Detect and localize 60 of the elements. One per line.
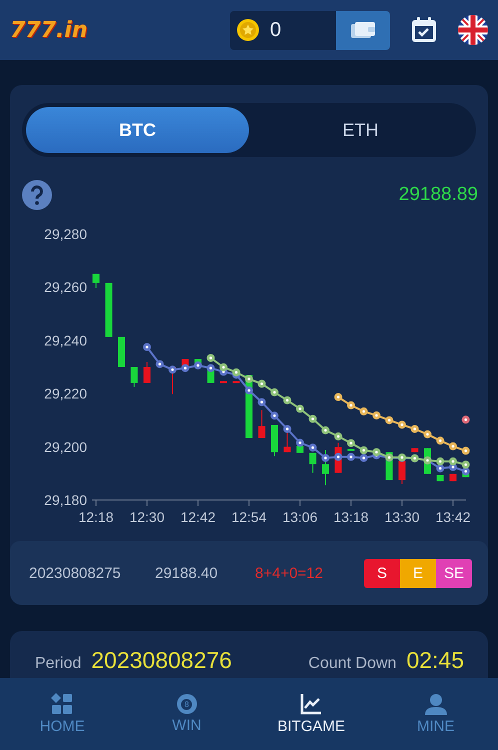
y-tick-label: 29,260 (44, 279, 87, 296)
flag-icon[interactable] (458, 15, 488, 45)
countdown-label: Count Down (308, 655, 396, 673)
ball-icon: 8 (176, 694, 197, 714)
x-tick-label: 12:42 (180, 509, 216, 525)
x-tick-label: 12:30 (129, 509, 165, 525)
y-tick-label: 29,280 (44, 226, 87, 242)
candle (436, 474, 444, 482)
x-tick-label: 12:18 (78, 509, 114, 525)
calendar-icon[interactable] (410, 16, 438, 44)
candle (271, 424, 278, 457)
candle (309, 452, 316, 474)
candle (130, 366, 138, 388)
y-tick-label: 29,220 (44, 386, 87, 402)
period-number: 20230808275 (29, 564, 122, 582)
candle (220, 380, 227, 384)
x-tick-label: 13:30 (384, 509, 420, 525)
period-label: Period (35, 655, 82, 673)
coin-icon (236, 18, 260, 42)
x-tick-label: 13:18 (333, 509, 369, 525)
candle (450, 473, 456, 482)
candle (144, 361, 150, 384)
balance-amount: 0 (270, 18, 282, 42)
y-tick-label: 29,180 (44, 492, 87, 508)
result-tag: E (400, 558, 436, 588)
nav-item[interactable]: HOME (0, 678, 124, 750)
result-sum: 8+4+0=12 (255, 564, 324, 582)
coin-tab[interactable]: ETH (249, 107, 472, 153)
candle (322, 450, 329, 486)
candle (398, 460, 406, 485)
candle (232, 380, 240, 384)
countdown-timer: 02:45 (406, 647, 464, 674)
candle (92, 273, 100, 288)
user-icon (424, 693, 447, 715)
candle (411, 448, 418, 453)
nav-item[interactable]: 8 WIN (124, 678, 249, 750)
candle (258, 410, 266, 439)
x-tick-label: 12:54 (231, 509, 267, 525)
period-number: 20230808276 (91, 647, 232, 674)
help-icon[interactable] (22, 180, 52, 210)
result-price: 29188.40 (155, 564, 219, 582)
coin-tab[interactable]: BTC (26, 107, 249, 153)
nav-item[interactable]: MINE (374, 678, 498, 750)
nav-item[interactable]: BITGAME (249, 678, 374, 750)
y-tick-label: 29,240 (44, 332, 87, 348)
result-tag: SE (436, 558, 472, 588)
result-tag: S (364, 558, 400, 588)
candle (118, 336, 125, 368)
candle (105, 282, 112, 338)
wallet-icon (350, 20, 376, 40)
logo[interactable]: 777.in (10, 18, 88, 42)
x-tick-label: 13:06 (282, 509, 318, 525)
current-price: 29188.89 (398, 184, 478, 206)
candle (348, 448, 354, 451)
grid-icon (51, 693, 74, 715)
x-tick-label: 13:42 (435, 509, 471, 525)
y-tick-label: 29,200 (44, 438, 87, 455)
wallet-button[interactable] (336, 10, 390, 50)
candle (296, 446, 304, 454)
chart-icon (300, 693, 322, 715)
